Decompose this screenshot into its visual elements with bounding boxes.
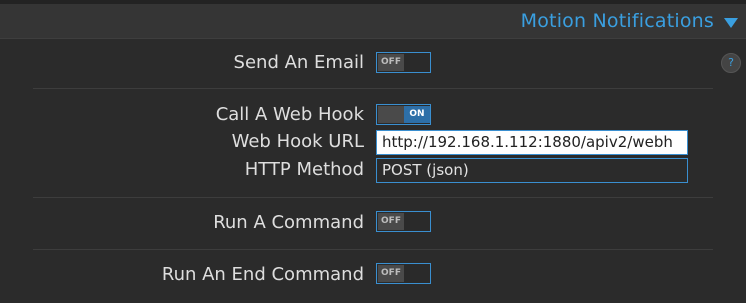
section-title[interactable]: Motion Notifications	[521, 10, 714, 32]
send-email-label: Send An Email	[233, 52, 364, 73]
run-command-toggle[interactable]: OFF	[376, 211, 431, 232]
divider	[33, 197, 713, 198]
send-email-toggle[interactable]: OFF	[376, 52, 431, 73]
toggle-state: ON	[404, 106, 430, 123]
web-hook-label: Call A Web Hook	[215, 104, 364, 125]
help-icon[interactable]: ?	[721, 53, 741, 73]
toggle-state: OFF	[378, 54, 404, 71]
divider	[33, 88, 713, 89]
section-header[interactable]: Motion Notifications	[0, 4, 746, 39]
toggle-track	[404, 54, 430, 71]
toggle-track	[404, 213, 430, 230]
toggle-track	[404, 265, 430, 282]
run-end-command-toggle[interactable]: OFF	[376, 263, 431, 284]
web-hook-url-label: Web Hook URL	[231, 131, 364, 152]
web-hook-toggle[interactable]: ON	[376, 104, 431, 125]
web-hook-url-input[interactable]: http://192.168.1.112:1880/apiv2/webh	[376, 130, 688, 155]
run-command-label: Run A Command	[213, 212, 364, 233]
toggle-state: OFF	[378, 265, 404, 282]
http-method-select[interactable]: POST (json)	[376, 158, 688, 183]
triangle-down-icon[interactable]	[724, 18, 738, 28]
run-end-command-label: Run An End Command	[161, 264, 364, 285]
toggle-track	[378, 106, 404, 123]
http-method-label: HTTP Method	[244, 159, 364, 180]
divider	[33, 249, 713, 250]
toggle-state: OFF	[378, 213, 404, 230]
